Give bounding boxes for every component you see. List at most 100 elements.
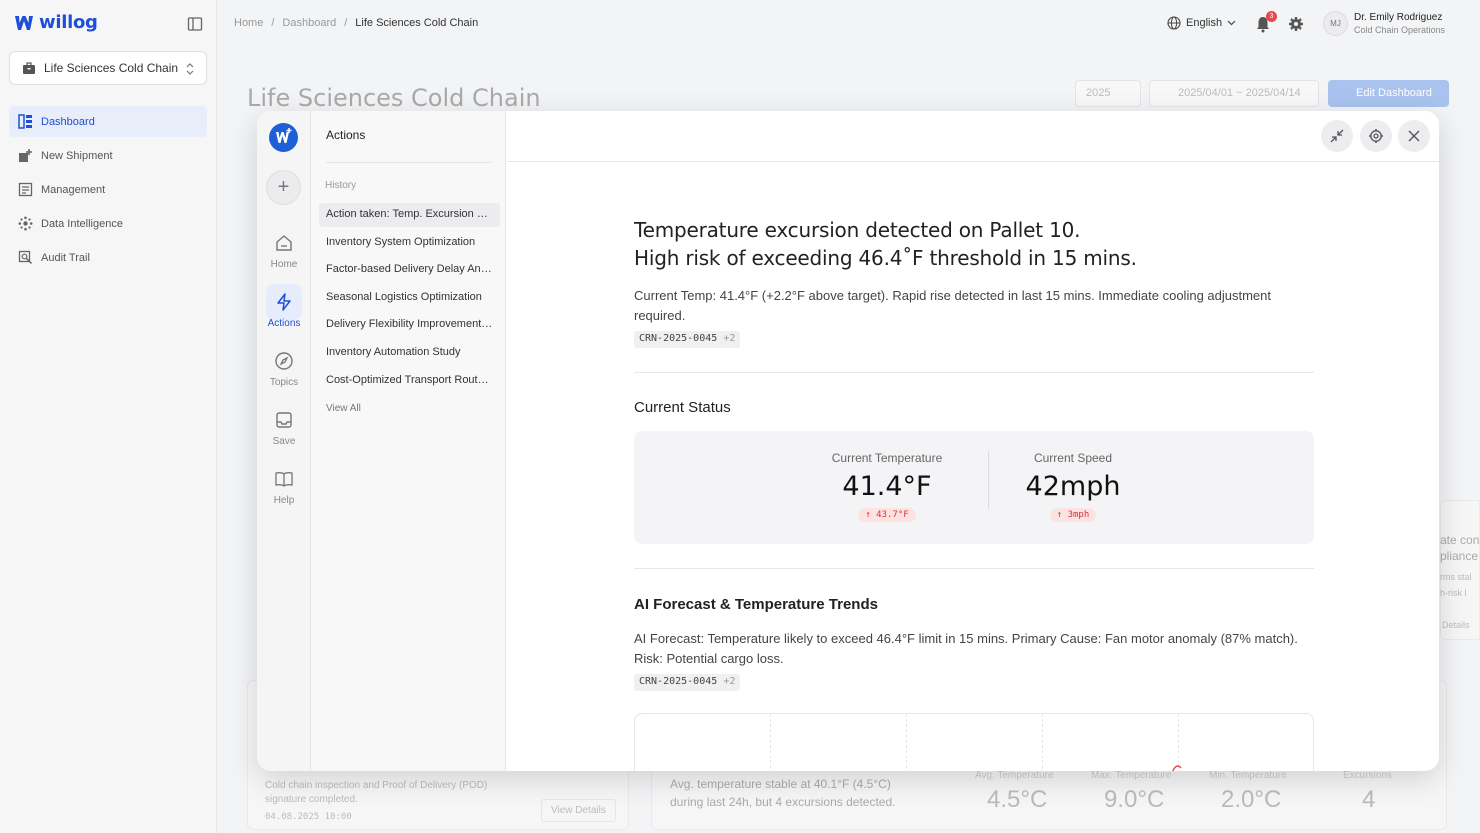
brand-logo[interactable]: willog xyxy=(14,12,98,33)
tag-id: CRN-2025-0045 xyxy=(639,333,718,344)
notification-badge: 3 xyxy=(1266,11,1277,22)
history-item[interactable]: Seasonal Logistics Optimization xyxy=(319,286,500,310)
sidebar-item-new-shipment[interactable]: New Shipment xyxy=(9,140,207,171)
breadcrumb-separator: / xyxy=(344,17,348,29)
rail-item-label: Save xyxy=(272,436,296,447)
sidebar-item-label: Management xyxy=(41,183,106,196)
user-menu[interactable]: Dr. Emily Rodriguez Cold Chain Operation… xyxy=(1354,12,1445,35)
stat-value: 4.5°C xyxy=(987,786,1048,813)
forecast-title: AI Forecast & Temperature Trends xyxy=(634,596,878,613)
view-all-link[interactable]: View All xyxy=(326,403,361,414)
stat-label: Min. Temperature xyxy=(1209,770,1287,781)
right-fragment[interactable]: Details xyxy=(1442,620,1470,630)
sidebar-nav: Dashboard New Shipment Management Data I… xyxy=(9,106,207,276)
language-select[interactable]: English xyxy=(1167,16,1236,30)
divider xyxy=(634,568,1314,569)
history-item[interactable]: Factor-based Delivery Delay Analysis xyxy=(319,258,500,282)
new-shipment-icon xyxy=(19,149,32,162)
management-icon xyxy=(18,182,33,197)
rail-item-label: Home xyxy=(270,259,298,270)
chart-gridline xyxy=(906,714,907,771)
rail-item-topics[interactable]: Topics xyxy=(262,351,306,388)
sidebar-item-audit-trail[interactable]: Audit Trail xyxy=(9,242,207,273)
user-name: Dr. Emily Rodriguez xyxy=(1354,12,1443,23)
minimize-button[interactable] xyxy=(1321,120,1353,152)
metric-delta-badge: ↑ 3mph xyxy=(1049,508,1097,522)
history-list: Action taken: Temp. Excursion Response I… xyxy=(319,203,500,396)
page-title: Life Sciences Cold Chain xyxy=(247,84,541,112)
history-item[interactable]: Delivery Flexibility Improvement Plan xyxy=(319,313,500,337)
pod-time: 04.08.2025 10:00 xyxy=(265,812,352,822)
workspace-select[interactable]: Life Sciences Cold Chain xyxy=(9,51,207,85)
stat-label: Excursions xyxy=(1343,770,1392,781)
rail-item-save[interactable]: Save xyxy=(262,410,306,447)
metric-value: 42mph xyxy=(1025,471,1121,502)
brand-name: willog xyxy=(39,12,98,33)
close-button[interactable] xyxy=(1398,120,1430,152)
right-fragment: pliance xyxy=(1440,549,1479,563)
history-item[interactable]: Action taken: Temp. Excursion Response xyxy=(319,203,500,227)
reference-tag[interactable]: CRN-2025-0045 +2 xyxy=(634,674,741,691)
breadcrumb-current: Life Sciences Cold Chain xyxy=(355,17,479,29)
gear-icon[interactable] xyxy=(1288,16,1304,32)
modal-rail: + Home Actions Topics Save Help xyxy=(257,111,311,771)
stat-value: 9.0°C xyxy=(1104,786,1165,813)
assistant-logo-icon xyxy=(269,123,298,152)
chart-gridline xyxy=(1042,714,1043,771)
minimize-icon xyxy=(1330,129,1344,143)
breadcrumb-home[interactable]: Home xyxy=(234,17,263,29)
sidebar-item-label: Data Intelligence xyxy=(41,217,123,230)
chevron-down-icon xyxy=(1227,20,1236,26)
date-range-picker[interactable]: 2025/04/01 ~ 2025/04/14 xyxy=(1149,80,1319,107)
breadcrumb-dashboard[interactable]: Dashboard xyxy=(282,17,336,29)
willog-logo-icon xyxy=(15,15,33,30)
breadcrumb: Home / Dashboard / Life Sciences Cold Ch… xyxy=(234,17,478,29)
lightning-icon xyxy=(277,293,291,311)
chart-gridline xyxy=(770,714,771,771)
history-item[interactable]: Inventory System Optimization xyxy=(319,231,500,255)
new-chat-button[interactable]: + xyxy=(266,170,301,205)
home-icon xyxy=(276,235,292,251)
audit-trail-icon xyxy=(18,250,33,265)
rail-item-label: Topics xyxy=(269,377,299,388)
avatar[interactable]: MJ xyxy=(1323,11,1348,36)
rail-item-help[interactable]: Help xyxy=(262,469,306,506)
globe-icon xyxy=(1167,16,1181,30)
alert-title-line: High risk of exceeding 46.4˚F threshold … xyxy=(634,246,1137,270)
rail-item-actions[interactable]: Actions xyxy=(262,284,306,329)
reference-tag[interactable]: CRN-2025-0045 +2 xyxy=(634,331,741,348)
sidebar-collapse-icon[interactable] xyxy=(187,16,203,32)
metric-value: 41.4°F xyxy=(842,471,932,502)
year-select[interactable]: 2025 xyxy=(1075,80,1141,107)
settings-button[interactable] xyxy=(1360,120,1392,152)
briefcase-icon xyxy=(23,62,35,74)
metric-delta-badge: ↑ 43.7°F xyxy=(858,508,916,522)
history-item[interactable]: Inventory Automation Study xyxy=(319,341,500,365)
stable-text: Avg. temperature stable at 40.1°F (4.5°C… xyxy=(670,777,896,809)
history-label: History xyxy=(325,180,357,191)
sidebar-item-management[interactable]: Management xyxy=(9,174,207,205)
tag-more: +2 xyxy=(723,676,736,687)
view-details-button[interactable]: View Details xyxy=(541,799,616,822)
sidebar-item-data-intelligence[interactable]: Data Intelligence xyxy=(9,208,207,239)
breadcrumb-separator: / xyxy=(271,17,275,29)
workspace-label: Life Sciences Cold Chain xyxy=(44,61,179,75)
temperature-trend-chart xyxy=(634,713,1314,771)
tag-more: +2 xyxy=(723,333,736,344)
rail-item-home[interactable]: Home xyxy=(262,233,306,270)
metric-label: Current Speed xyxy=(1033,451,1113,465)
tag-id: CRN-2025-0045 xyxy=(639,676,718,687)
history-item[interactable]: Cost-Optimized Transport Route Review xyxy=(319,369,500,393)
stat-value: 4 xyxy=(1362,786,1376,813)
dashboard-icon xyxy=(18,114,32,129)
language-label: English xyxy=(1186,17,1223,29)
user-role: Cold Chain Operations xyxy=(1354,25,1446,35)
status-panel: Current Temperature 41.4°F ↑ 43.7°F Curr… xyxy=(634,431,1314,544)
edit-dashboard-button[interactable]: Edit Dashboard xyxy=(1328,80,1449,107)
sidebar-item-dashboard[interactable]: Dashboard xyxy=(9,106,207,137)
pod-text: Cold chain inspection and Proof of Deliv… xyxy=(265,780,488,805)
chart-marker xyxy=(1172,765,1182,771)
divider xyxy=(326,162,491,163)
alert-description: Current Temp: 41.4°F (+2.2°F above targe… xyxy=(634,288,1271,323)
gear-icon xyxy=(1369,129,1383,143)
